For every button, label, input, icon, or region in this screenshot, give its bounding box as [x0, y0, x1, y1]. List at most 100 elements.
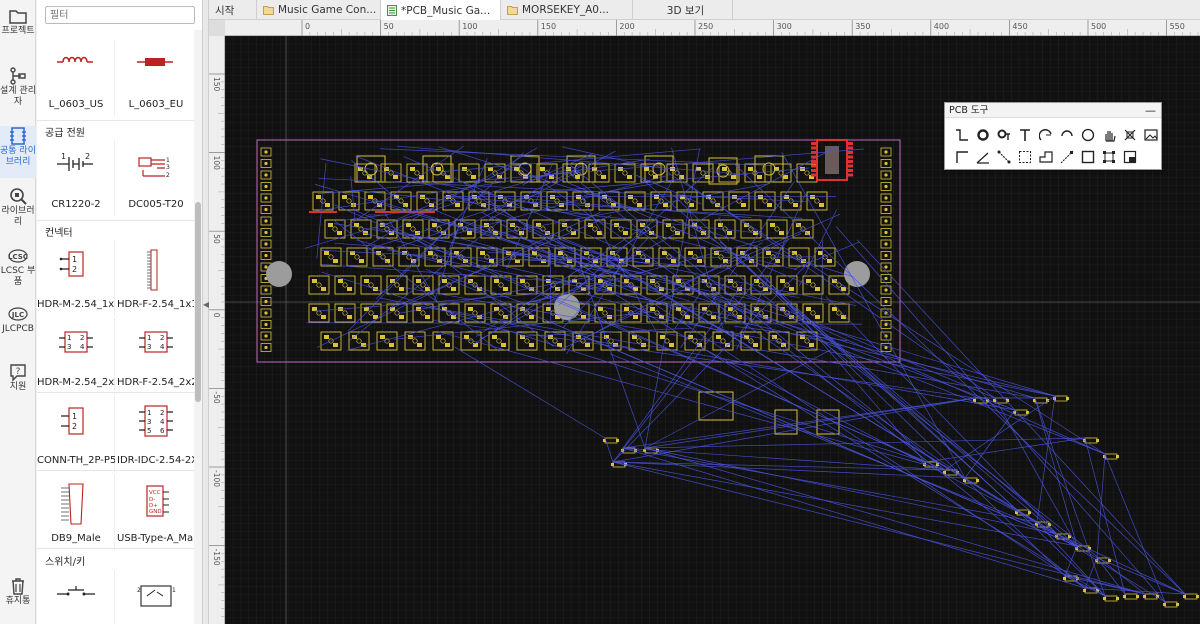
switch-pad	[727, 231, 732, 235]
library-component[interactable]: DB9_Male	[37, 474, 115, 550]
library-component[interactable]	[37, 570, 115, 624]
switch-pad	[389, 343, 394, 347]
library-component[interactable]: 12 CONN-TH_2P-P5.0	[37, 396, 115, 472]
smd-pad	[976, 479, 979, 482]
library-scrollbar[interactable]	[194, 30, 202, 624]
library-component[interactable]: 1 3 2 DC005-T20	[117, 140, 195, 216]
library-component[interactable]: VCC D- D+ GND USB-Type-A_Male	[117, 474, 195, 550]
pcb-tool-polygon[interactable]	[1035, 147, 1056, 167]
library-scroll-thumb[interactable]	[195, 202, 201, 402]
pcb-tool-rect[interactable]	[1077, 147, 1098, 167]
connector-pad	[847, 164, 853, 168]
switch-pad	[321, 287, 326, 291]
switch-pad	[671, 259, 676, 263]
switch-pad	[809, 343, 814, 347]
switch-pad	[805, 231, 810, 235]
library-divider	[37, 220, 195, 221]
rail-trash[interactable]: 휴지통	[0, 576, 36, 622]
rail-support[interactable]: ? 지원	[0, 362, 36, 408]
header-pin	[884, 184, 888, 189]
ruler-x-label: 400	[934, 22, 949, 31]
library-component[interactable]: 1 2 CR1220-2	[37, 140, 115, 216]
rail-design-manager[interactable]: 설계 관리자	[0, 66, 36, 112]
rail-jlcpcb[interactable]: JLC JLCPCB	[0, 304, 36, 350]
library-component[interactable]: HDR-F-2.54_1x15	[117, 240, 195, 316]
rail-lcsc[interactable]: LCSC LCSC 부품	[0, 246, 36, 292]
pcb-tool-measure[interactable]	[1056, 147, 1077, 167]
library-component-label: DC005-T20	[128, 199, 184, 210]
library-component[interactable]: L_0603_US	[37, 40, 115, 116]
search-library-icon	[10, 188, 27, 205]
rail-library[interactable]: 라이브러리	[0, 186, 36, 232]
connector-pad	[847, 169, 853, 172]
pcb-tool-select[interactable]	[1014, 147, 1035, 167]
wire-icon	[955, 129, 968, 141]
library-component[interactable]: 21	[117, 570, 195, 624]
svg-text:3: 3	[147, 418, 151, 426]
library-component[interactable]: 1 3 2 4 HDR-F-2.54_2x2	[117, 318, 195, 394]
pcb-tool-track[interactable]	[993, 147, 1014, 167]
pcb-tool-text[interactable]	[1014, 125, 1035, 145]
library-component[interactable]: 1 2 HDR-M-2.54_1x3	[37, 240, 115, 316]
minimize-button[interactable]: —	[1145, 103, 1156, 118]
header-pin	[884, 150, 888, 154]
library-component-label: HDR-F-2.54_2x2	[117, 377, 195, 388]
pcb-tools-header[interactable]: PCB 도구 —	[945, 103, 1161, 118]
library-component[interactable]: 135 246 IDR-IDC-2.54-2X3	[117, 396, 195, 472]
library-icon	[10, 127, 26, 145]
tab-3[interactable]: MORSEKEY_A0...	[501, 0, 633, 20]
switch-pad	[529, 315, 534, 319]
switch-pad	[660, 335, 665, 339]
svg-text:?: ?	[16, 367, 21, 377]
tab-2[interactable]: *PCB_Music Ga...	[381, 0, 501, 21]
pcb-tool-wire[interactable]	[951, 125, 972, 145]
svg-text:1: 1	[166, 157, 170, 164]
pcb-tool-crosshair[interactable]	[1119, 125, 1140, 145]
switch-pad	[410, 167, 415, 171]
connector-pad	[847, 151, 853, 154]
pcb-tool-image[interactable]	[1140, 125, 1161, 145]
pcb-tools-title: PCB 도구	[949, 105, 989, 116]
switch-pad	[428, 251, 433, 255]
ruler-x-label: 150	[541, 22, 556, 31]
connector-pad	[811, 164, 817, 168]
tab-0[interactable]: 시작	[209, 0, 257, 20]
arc-icon	[1038, 129, 1052, 141]
pcb-tool-circle[interactable]	[1077, 125, 1098, 145]
library-component[interactable]: L_0603_EU	[117, 40, 195, 116]
tab-4[interactable]: 3D 보기	[633, 0, 733, 20]
connector-pad	[811, 146, 817, 150]
inductor-eu-icon	[136, 58, 173, 66]
switch-pad	[627, 175, 632, 179]
switch-pad	[770, 223, 775, 227]
pcb-tool-pad[interactable]	[993, 125, 1014, 145]
library-component[interactable]: 1 3 2 4 HDR-M-2.54_2x2	[37, 318, 115, 394]
pcb-tool-arc[interactable]	[1035, 125, 1056, 145]
arc2-icon	[1060, 130, 1073, 137]
header-pin	[884, 207, 888, 212]
header-pin	[884, 322, 888, 327]
rail-common-library[interactable]: 공통 라이브러리	[0, 126, 36, 178]
smd-pad	[1103, 597, 1106, 600]
tree-icon	[10, 67, 26, 85]
tab-1[interactable]: Music Game Con...	[257, 0, 381, 20]
pcb-tool-arc2[interactable]	[1056, 125, 1077, 145]
header-pin	[264, 196, 268, 200]
battery-icon: 12	[56, 152, 93, 171]
rail-project[interactable]: 프로젝트	[0, 6, 36, 52]
switch-pad	[766, 251, 771, 255]
pcb-tool-fill[interactable]	[1098, 147, 1119, 167]
svg-text:1: 1	[67, 334, 71, 342]
corner-icon	[955, 151, 968, 163]
document-tabs: 시작 Music Game Con... *PCB_Music Ga... MORSE…	[209, 0, 1200, 21]
pcb-tool-via[interactable]	[972, 125, 993, 145]
header-pin	[264, 322, 268, 327]
library-filter-input[interactable]	[45, 6, 195, 24]
pcb-tool-angle[interactable]	[972, 147, 993, 167]
library-divider	[37, 120, 195, 121]
pcb-tool-hand[interactable]	[1098, 125, 1119, 145]
tab-label: MORSEKEY_A0...	[522, 4, 609, 16]
switch-pad	[417, 343, 422, 347]
pcb-tool-board[interactable]	[1119, 147, 1140, 167]
pcb-tool-corner[interactable]	[951, 147, 972, 167]
